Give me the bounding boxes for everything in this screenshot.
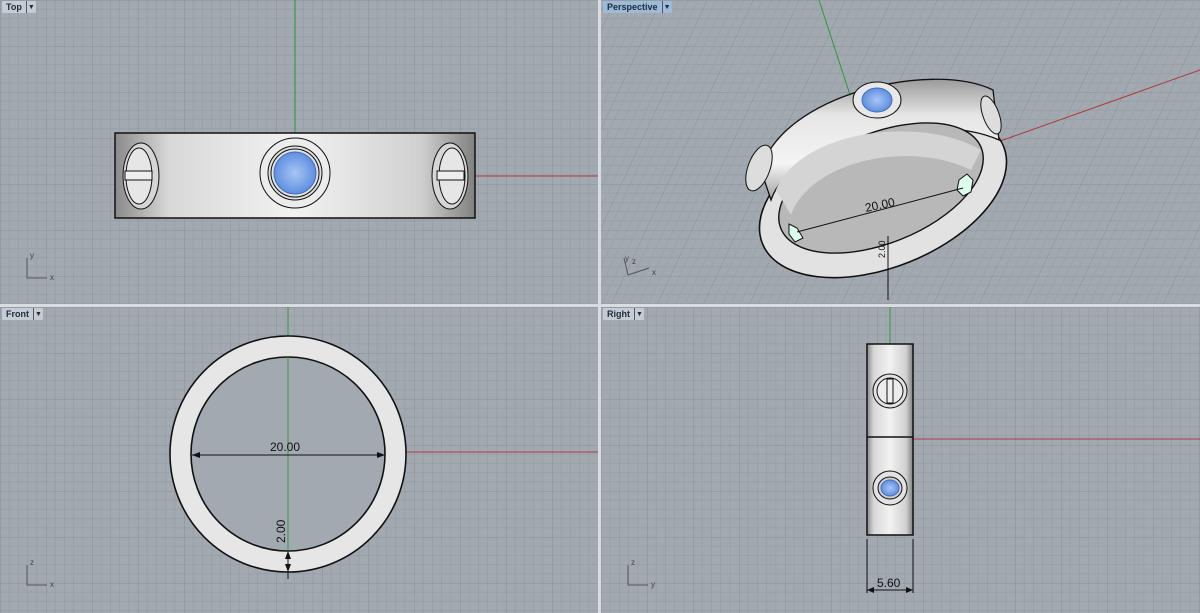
svg-text:y: y (30, 251, 34, 260)
viewport-label-top[interactable]: Top ▼ (2, 1, 36, 13)
svg-text:y: y (651, 580, 655, 589)
viewport-title: Top (6, 2, 22, 12)
dimension-diameter[interactable]: 20.00 (270, 440, 300, 454)
viewport-title: Perspective (607, 2, 658, 12)
svg-text:y: y (625, 254, 629, 263)
chevron-down-icon[interactable]: ▼ (25, 1, 36, 13)
dimension-width[interactable]: 5.60 (877, 576, 901, 590)
gem-stone (259, 137, 331, 209)
svg-text:z: z (30, 558, 34, 567)
viewport-front[interactable]: 20.00 2.00 z x Front ▼ (0, 307, 598, 613)
viewport-title: Right (607, 309, 630, 319)
chevron-down-icon[interactable]: ▼ (661, 1, 672, 13)
screw-right (431, 142, 469, 210)
dimension-thickness[interactable]: 2.00 (877, 240, 887, 258)
screw-left (122, 142, 160, 210)
dimension-thickness[interactable]: 2.00 (274, 519, 288, 543)
viewport-label-right[interactable]: Right ▼ (603, 308, 644, 320)
svg-text:x: x (50, 273, 54, 282)
viewport-perspective[interactable]: 20.00 2.00 y z x Perspective ▼ (601, 0, 1200, 304)
chevron-down-icon[interactable]: ▼ (33, 308, 43, 320)
viewport-title: Front (6, 309, 29, 319)
ring-top-view[interactable] (114, 132, 476, 219)
viewport-top[interactable]: y x Top ▼ (0, 0, 598, 304)
svg-text:z: z (632, 257, 636, 266)
viewport-label-front[interactable]: Front ▼ (2, 308, 43, 320)
chevron-down-icon[interactable]: ▼ (634, 308, 644, 320)
svg-text:x: x (50, 580, 54, 589)
svg-text:x: x (652, 268, 656, 277)
viewport-right[interactable]: 5.60 z y Right ▼ (601, 307, 1200, 613)
svg-text:z: z (631, 558, 635, 567)
viewport-label-perspective[interactable]: Perspective ▼ (603, 1, 672, 13)
